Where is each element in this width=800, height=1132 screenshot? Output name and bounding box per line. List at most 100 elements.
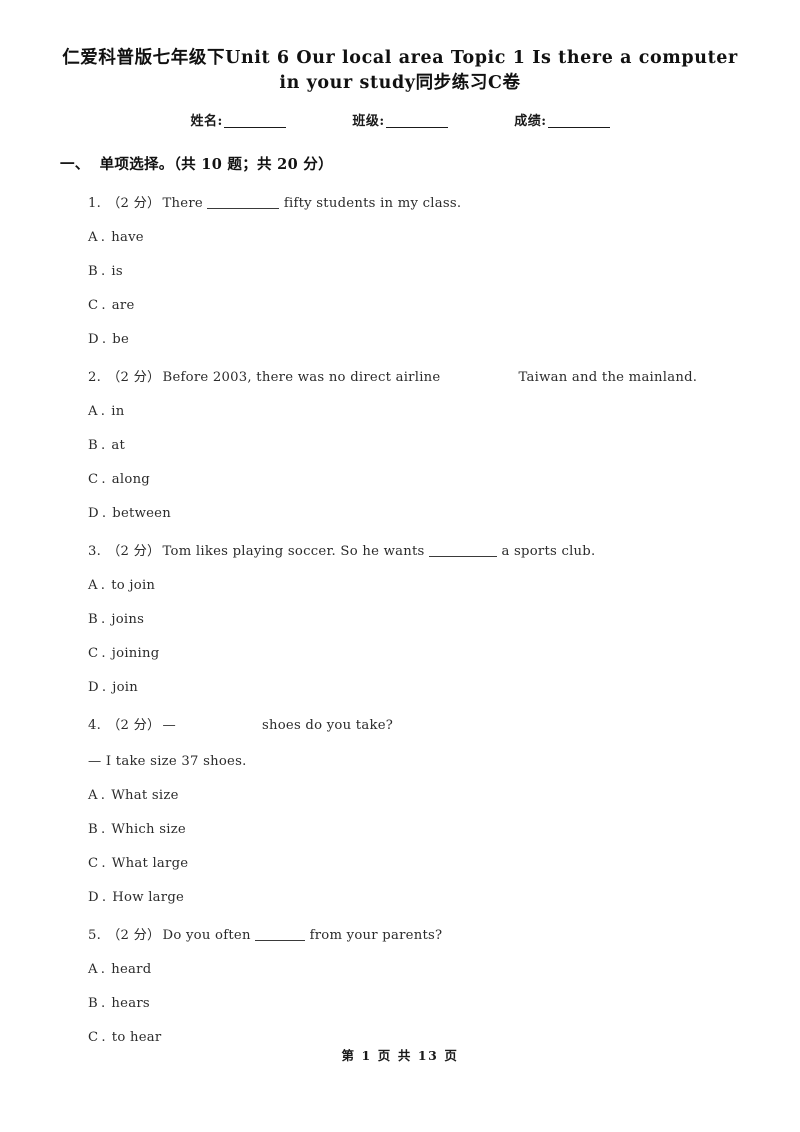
question-stem: 2. （2 分） Before 2003, there was no direct … [0,370,800,386]
student-score-blank[interactable] [547,127,610,128]
option-dot: . [101,332,107,347]
option-text: to hear [111,1030,162,1045]
option-b[interactable]: B. is [0,264,800,280]
option-letter: B [88,264,98,279]
option-letter: C [88,646,99,661]
option-dot: . [100,788,106,803]
option-letter: A [88,404,98,419]
page-title: 仁爱科普版七年级下Unit 6 Our local area Topic 1 I… [0,0,800,96]
question-number: 3. [88,544,102,559]
question-continuation: — I take size 37 shoes. [88,754,247,769]
option-dot: . [100,404,106,419]
question-number: 2. [88,370,102,385]
question-text-after: Taiwan and the mainland. [518,370,698,385]
page-title-line-1: 仁爱科普版七年级下Unit 6 Our local area Topic 1 I… [62,48,738,68]
option-text: What large [111,856,189,871]
option-c[interactable]: C. are [0,298,800,314]
option-a[interactable]: A. What size [0,788,800,804]
option-dot: . [101,890,107,905]
answer-blank[interactable] [207,208,280,209]
option-b[interactable]: B. Which size [0,822,800,838]
option-text: joins [111,612,145,627]
option-dot: . [101,646,106,661]
question-text-after: a sports club. [497,544,596,559]
question-stem: 4. （2 分） — shoes do you take? [0,718,800,734]
option-text: have [111,230,144,245]
question-stem: 5. （2 分） Do you often from your parents? [0,928,800,944]
answer-blank[interactable] [255,940,306,941]
option-text: What size [111,788,179,803]
section-number: 一、 [60,156,90,173]
question-text-before: There [162,196,208,211]
page-footer: 第 1 页 共 13 页 [341,1048,459,1063]
option-dot: . [101,856,106,871]
question-text-before: — [162,718,176,733]
option-d[interactable]: D. join [0,680,800,696]
question-stem: 1. （2 分） There fifty students in my class. [0,196,800,212]
question-text-after: shoes do you take? [261,718,394,733]
option-a[interactable]: A. in [0,404,800,420]
option-a[interactable]: A. have [0,230,800,246]
option-dot: . [101,298,106,313]
option-letter: D [88,506,99,521]
option-letter: A [88,962,98,977]
option-dot: . [101,1030,106,1045]
option-dot: . [100,230,106,245]
question-score: （2 分） [107,544,161,559]
question-score: （2 分） [107,196,161,211]
option-dot: . [100,578,106,593]
option-c[interactable]: C. joining [0,646,800,662]
option-b[interactable]: B. hears [0,996,800,1012]
student-name-blank[interactable] [223,127,286,128]
option-text: at [111,438,126,453]
option-text: to join [111,578,156,593]
student-score-field: 成绩: [514,110,610,129]
page-title-line-2: in your study同步练习C卷 [279,73,521,93]
option-dot: . [101,680,107,695]
question-number: 5. [88,928,102,943]
option-d[interactable]: D. between [0,506,800,522]
question-stem: 3. （2 分） Tom likes playing soccer. So he w… [0,544,800,560]
option-b[interactable]: B. at [0,438,800,454]
question-score: （2 分） [107,928,161,943]
answer-blank[interactable] [429,556,497,557]
option-dot: . [101,472,106,487]
option-a[interactable]: A. to join [0,578,800,594]
document-page: 仁爱科普版七年级下Unit 6 Our local area Topic 1 I… [0,0,800,1132]
option-letter: B [88,612,98,627]
option-text: hears [111,996,150,1011]
option-letter: C [88,856,99,871]
option-c[interactable]: C. along [0,472,800,488]
student-class-field: 班级: [352,110,448,129]
option-a[interactable]: A. heard [0,962,800,978]
student-class-blank[interactable] [385,127,448,128]
section-heading: 一、 单项选择。（共 10 题；共 20 分） [0,129,800,174]
question-score: （2 分） [107,370,161,385]
option-dot: . [100,822,106,837]
option-letter: D [88,680,99,695]
option-text: joining [111,646,160,661]
option-text: join [112,680,139,695]
option-letter: B [88,438,98,453]
option-text: How large [112,890,185,905]
option-dot: . [100,962,106,977]
option-c[interactable]: C. What large [0,856,800,872]
question-score: （2 分） [107,718,161,733]
option-c[interactable]: C. to hear [0,1030,800,1046]
question-text-before: Do you often [162,928,256,943]
option-d[interactable]: D. be [0,332,800,348]
option-dot: . [100,996,106,1011]
section-title: 单项选择。（共 10 题；共 20 分） [99,156,333,173]
question-number: 1. [88,196,102,211]
option-text: heard [111,962,152,977]
option-text: along [111,472,151,487]
option-text: in [111,404,125,419]
option-letter: B [88,996,98,1011]
student-name-field: 姓名: [191,110,286,129]
option-text: between [112,506,171,521]
option-dot: . [101,506,107,521]
option-b[interactable]: B. joins [0,612,800,628]
option-letter: D [88,332,99,347]
option-letter: A [88,230,98,245]
option-d[interactable]: D. How large [0,890,800,906]
